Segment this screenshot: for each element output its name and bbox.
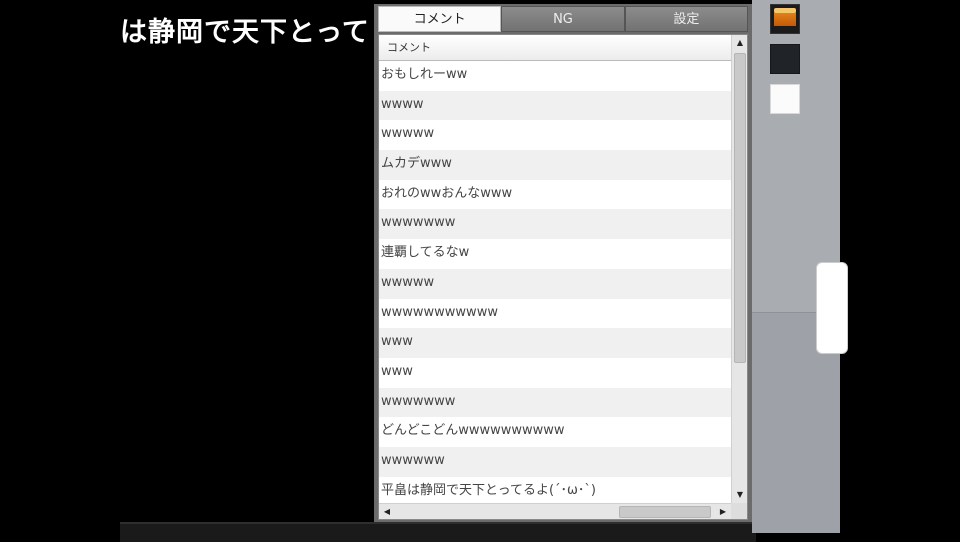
video-bottom-bar bbox=[120, 522, 756, 542]
triangle-down-icon[interactable]: ▼ bbox=[732, 487, 747, 503]
comment-row[interactable]: wwww bbox=[379, 90, 731, 121]
video-overlay-text: は静岡で天下とって bbox=[120, 17, 370, 48]
video-player[interactable]: は静岡で天下とって bbox=[120, 0, 374, 522]
comment-row[interactable]: ムカデwww bbox=[379, 150, 731, 180]
vertical-scroll-thumb[interactable] bbox=[734, 53, 746, 363]
comment-list[interactable]: コメント おもしれーww wwww wwwww ムカデwww おれのwwおんなw… bbox=[378, 34, 748, 520]
tab-settings[interactable]: 設定 bbox=[624, 6, 748, 32]
comment-row[interactable]: どんどこどんwwwwwwwwww bbox=[379, 417, 731, 447]
comment-row[interactable]: wwwww bbox=[379, 268, 731, 299]
comment-row[interactable]: 平畠は静岡で天下とってるよ(´･ω･`) bbox=[379, 476, 731, 507]
horizontal-scrollbar[interactable]: ◀ ▶ bbox=[379, 503, 731, 519]
cake-icon[interactable] bbox=[770, 4, 800, 34]
comment-row[interactable]: 連覇してるなw bbox=[379, 239, 731, 269]
column-header-comment[interactable]: コメント bbox=[379, 35, 731, 61]
vertical-scrollbar[interactable]: ▲ ▼ bbox=[731, 35, 747, 503]
comment-row[interactable]: www bbox=[379, 357, 731, 388]
side-panel-handle[interactable] bbox=[816, 262, 848, 354]
comment-panel: コメント NG 設定 コメント おもしれーww wwww wwwww ムカデww… bbox=[374, 4, 752, 522]
comment-row[interactable]: おれのwwおんなwww bbox=[379, 179, 731, 210]
tab-comments[interactable]: コメント bbox=[378, 6, 502, 32]
triangle-left-icon[interactable]: ◀ bbox=[379, 504, 395, 519]
comment-row[interactable]: おもしれーww bbox=[379, 61, 731, 91]
comment-row[interactable]: wwwwwww bbox=[379, 209, 731, 240]
comment-rows: おもしれーww wwww wwwww ムカデwww おれのwwおんなwww ww… bbox=[379, 61, 731, 507]
horizontal-scroll-thumb[interactable] bbox=[619, 506, 711, 518]
white-color-swatch[interactable] bbox=[770, 84, 800, 114]
comment-row[interactable]: wwwwww bbox=[379, 446, 731, 477]
comment-row[interactable]: wwwwwwwwwww bbox=[379, 298, 731, 329]
dark-color-swatch[interactable] bbox=[770, 44, 800, 74]
cake-frosting bbox=[774, 8, 796, 13]
tab-ng[interactable]: NG bbox=[501, 6, 625, 32]
comment-row[interactable]: wwwww bbox=[379, 120, 731, 151]
triangle-up-icon[interactable]: ▲ bbox=[732, 35, 747, 51]
triangle-right-icon[interactable]: ▶ bbox=[715, 504, 731, 519]
side-panel bbox=[752, 0, 848, 533]
comment-row[interactable]: wwwwwww bbox=[379, 387, 731, 418]
panel-tabs: コメント NG 設定 bbox=[378, 6, 748, 32]
comment-row[interactable]: www bbox=[379, 328, 731, 358]
scrollbar-corner bbox=[731, 503, 747, 519]
